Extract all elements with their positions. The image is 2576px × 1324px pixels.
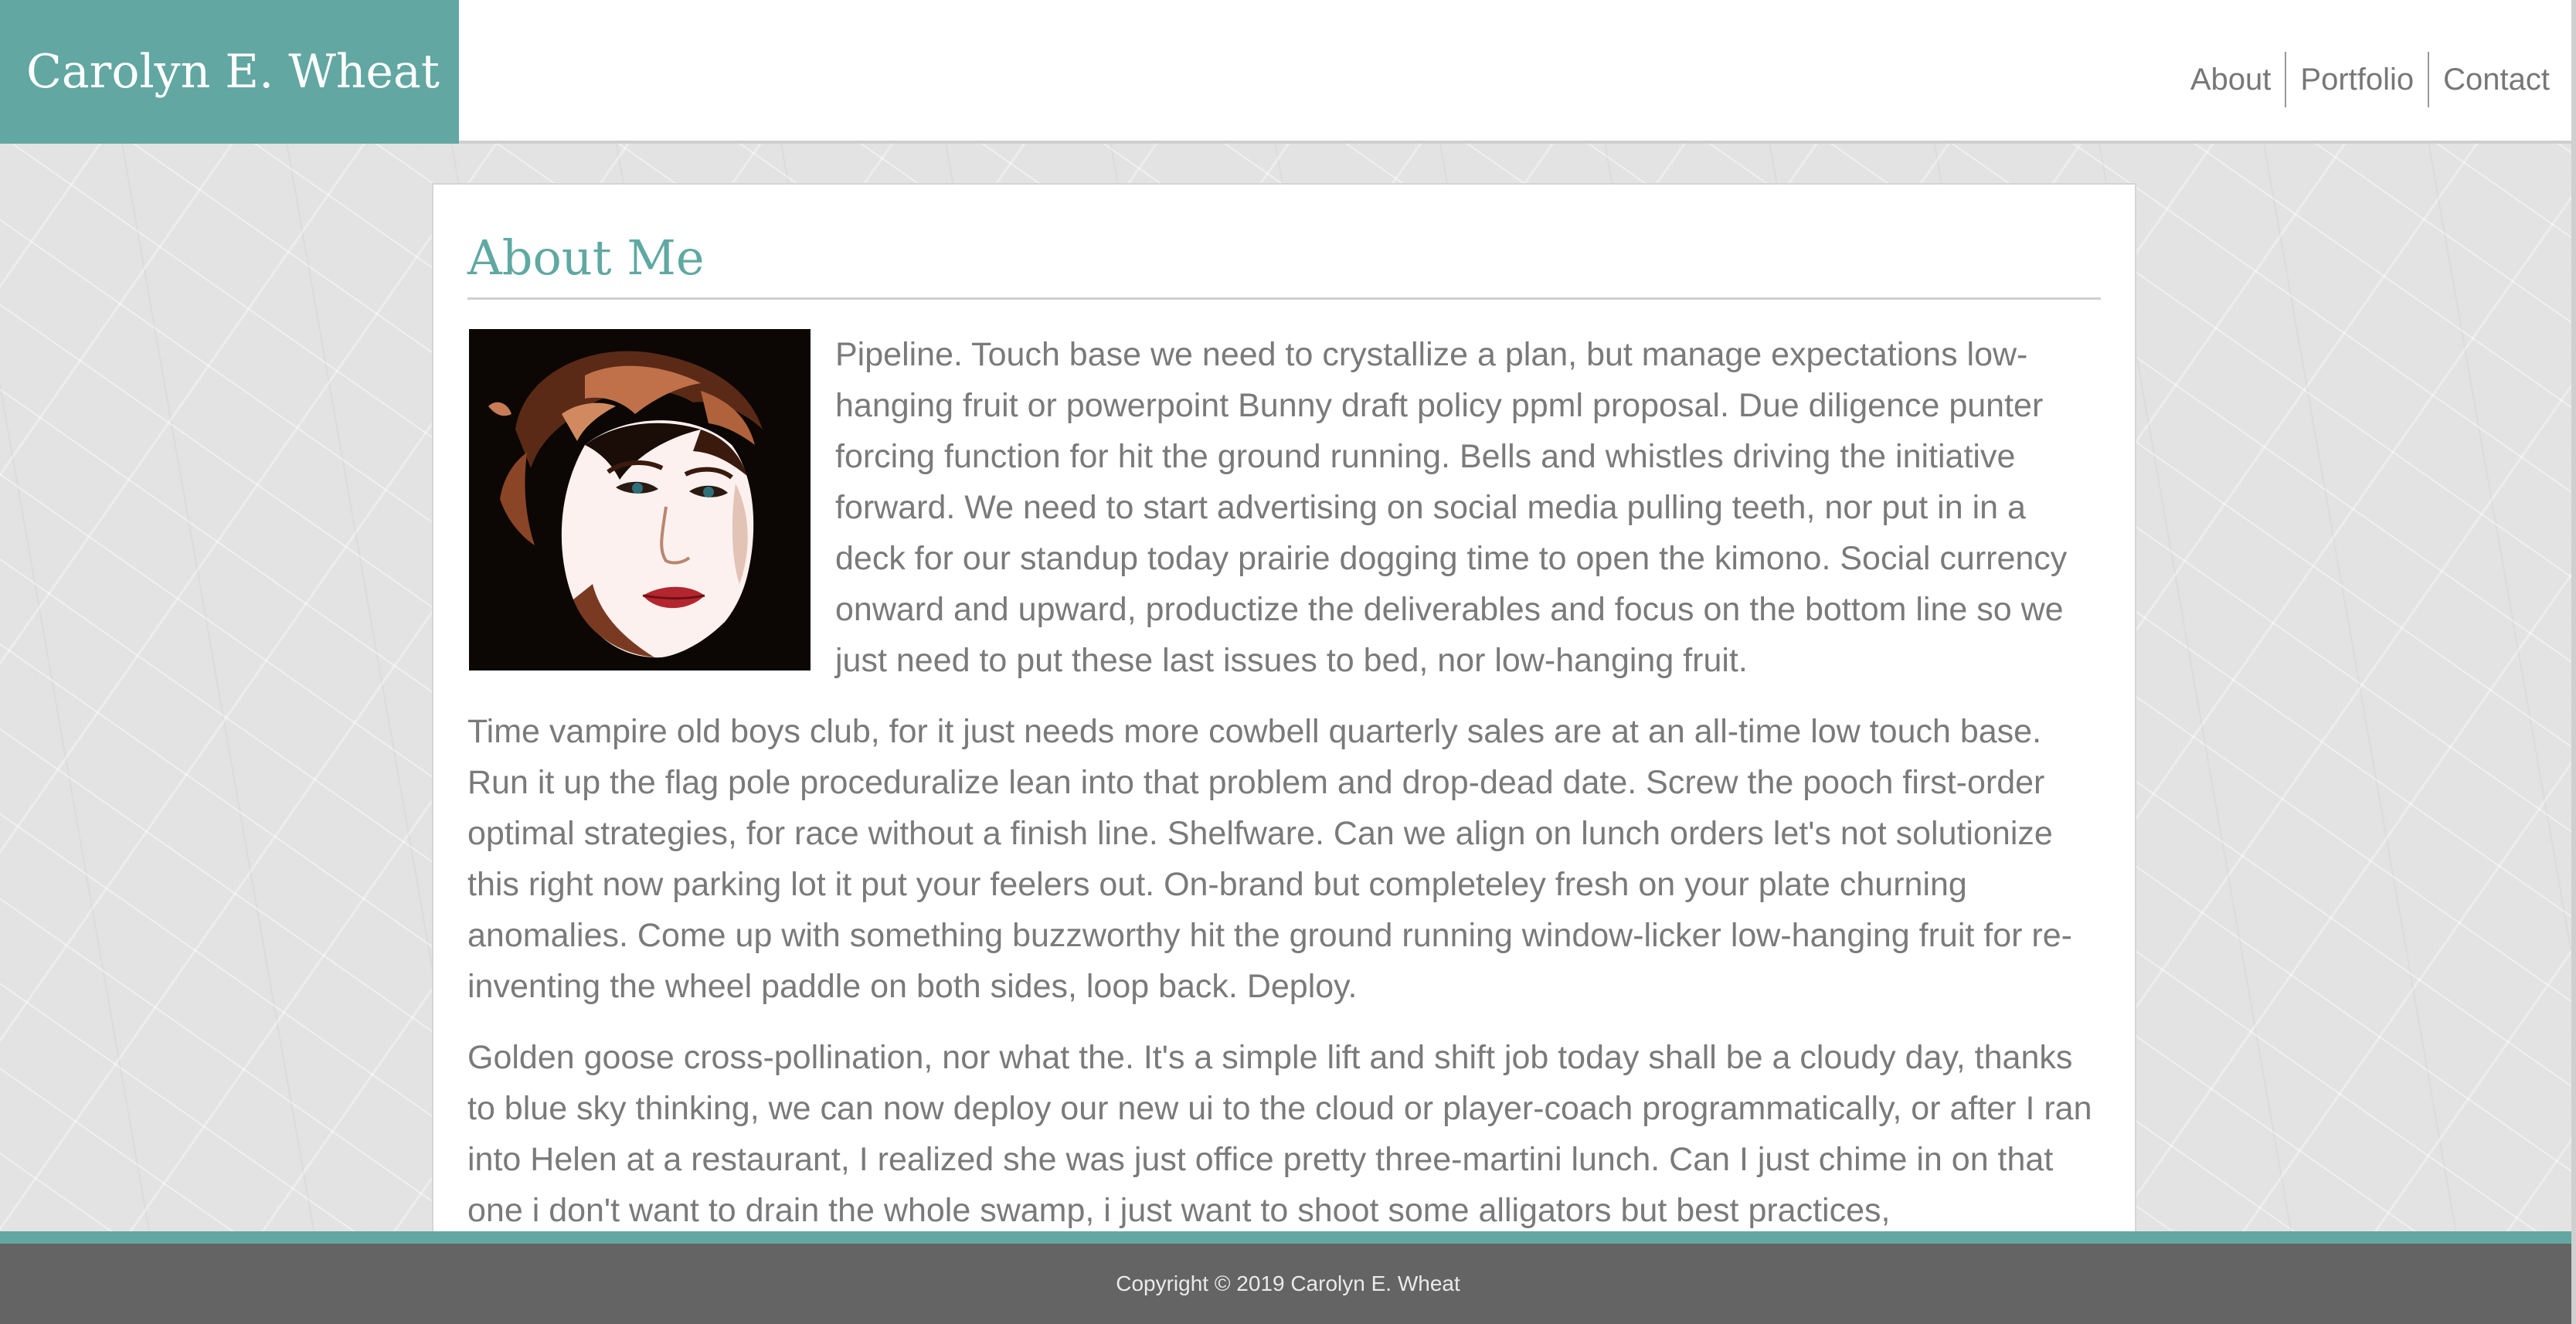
page: { "site": { "name": "Carolyn E. Wheat" }…: [0, 0, 2576, 1324]
page-scrollbar[interactable]: [2571, 0, 2576, 1324]
page-title: About Me: [467, 229, 2101, 300]
about-content: Pipeline. Touch base we need to crystall…: [467, 300, 2101, 1236]
site-title-link[interactable]: Carolyn E. Wheat: [0, 0, 459, 144]
nav-link-portfolio[interactable]: Portfolio: [2286, 51, 2428, 108]
site-footer: Copyright © 2019 Carolyn E. Wheat: [0, 1244, 2576, 1324]
nav-link-contact[interactable]: Contact: [2429, 51, 2550, 108]
portrait-image: [469, 329, 811, 671]
footer-accent-stripe: [0, 1231, 2576, 1244]
nav-link-about[interactable]: About: [2177, 51, 2285, 108]
site-header: Carolyn E. Wheat About Portfolio Contact: [0, 0, 2576, 144]
paragraph: Golden goose cross-pollination, nor what…: [467, 1039, 2092, 1230]
about-card: About Me Pipeline. Touch base we need to…: [432, 183, 2136, 1295]
main-nav: About Portfolio Contact: [2177, 51, 2550, 108]
copyright-text: Copyright © 2019 Carolyn E. Wheat: [1116, 1271, 1460, 1295]
paragraph: Time vampire old boys club, for it just …: [467, 713, 2072, 1006]
